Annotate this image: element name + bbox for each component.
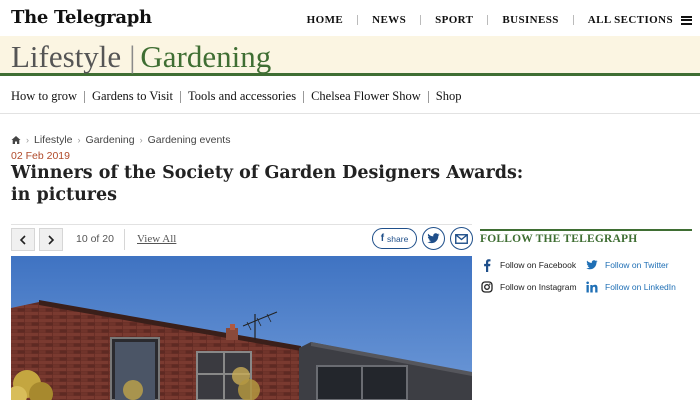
follow-linkedin-label: Follow on LinkedIn	[605, 282, 676, 292]
subnav-divider	[179, 90, 181, 103]
follow-facebook-link[interactable]: Follow on Facebook	[480, 258, 576, 272]
section-subnav: How to grow Gardens to Visit Tools and a…	[11, 89, 461, 104]
subnav-gardens-to-visit[interactable]: Gardens to Visit	[92, 89, 173, 104]
subnav-chelsea[interactable]: Chelsea Flower Show	[311, 89, 421, 104]
chevron-left-icon	[19, 234, 26, 245]
nav-news[interactable]: NEWS	[372, 14, 406, 26]
follow-twitter-link[interactable]: Follow on Twitter	[585, 258, 669, 272]
nav-all-sections[interactable]: ALL SECTIONS	[588, 14, 673, 26]
nav-divider	[357, 15, 359, 25]
gallery-counter: 10 of 20	[76, 233, 114, 245]
nav-sport[interactable]: SPORT	[435, 14, 473, 26]
follow-linkedin-link[interactable]: Follow on LinkedIn	[585, 280, 676, 294]
top-nav: HOME NEWS SPORT BUSINESS ALL SECTIONS	[307, 14, 692, 26]
article-title-line-2: in pictures	[11, 185, 118, 205]
breadcrumb-gardening-events[interactable]: Gardening events	[148, 134, 231, 146]
breadcrumb: › Lifestyle › Gardening › Gardening even…	[11, 134, 230, 146]
nav-divider	[572, 15, 574, 25]
twitter-icon	[585, 258, 599, 272]
section-parent-link[interactable]: Lifestyle	[11, 39, 121, 74]
subnav-shop[interactable]: Shop	[436, 89, 462, 104]
follow-instagram-link[interactable]: Follow on Instagram	[480, 280, 577, 294]
facebook-icon	[480, 258, 494, 272]
chevron-right-icon: ›	[139, 135, 143, 145]
nav-divider	[487, 15, 489, 25]
section-title: Lifestyle | Gardening	[11, 39, 271, 75]
twitter-share-button[interactable]	[422, 227, 445, 250]
email-share-button[interactable]	[450, 227, 473, 250]
facebook-share-button[interactable]: f share	[372, 228, 417, 249]
facebook-icon: f	[380, 233, 385, 244]
chevron-right-icon	[48, 234, 55, 245]
subnav-tools[interactable]: Tools and accessories	[188, 89, 296, 104]
subnav-divider	[303, 90, 305, 103]
nav-business[interactable]: BUSINESS	[502, 14, 558, 26]
follow-facebook-label: Follow on Facebook	[500, 260, 577, 270]
section-banner: Lifestyle | Gardening	[0, 36, 700, 76]
follow-instagram-label: Follow on Instagram	[500, 282, 577, 292]
share-label: share	[387, 233, 409, 244]
subnav-divider-line	[0, 113, 700, 114]
gallery-prev-button[interactable]	[11, 228, 35, 251]
top-header: The Telegraph HOME NEWS SPORT BUSINESS A…	[0, 0, 700, 36]
section-child-link[interactable]: Gardening	[140, 39, 271, 74]
twitter-icon	[427, 233, 440, 244]
view-all-link[interactable]: View All	[137, 233, 176, 245]
nav-home[interactable]: HOME	[307, 14, 343, 26]
gallery-controls-separator	[124, 229, 125, 250]
gallery-controls-divider	[11, 224, 472, 225]
breadcrumb-lifestyle[interactable]: Lifestyle	[34, 134, 73, 146]
subnav-divider	[427, 90, 429, 103]
menu-icon[interactable]	[681, 15, 692, 25]
gallery-photo[interactable]	[11, 256, 472, 400]
subnav-how-to-grow[interactable]: How to grow	[11, 89, 77, 104]
home-icon[interactable]	[11, 135, 21, 145]
breadcrumb-gardening[interactable]: Gardening	[86, 134, 135, 146]
gallery-next-button[interactable]	[39, 228, 63, 251]
follow-twitter-label: Follow on Twitter	[605, 260, 669, 270]
chevron-right-icon: ›	[77, 135, 81, 145]
instagram-icon	[480, 280, 494, 294]
telegraph-logo[interactable]: The Telegraph	[11, 7, 152, 28]
article-date: 02 Feb 2019	[11, 150, 70, 162]
chevron-right-icon: ›	[26, 135, 29, 145]
article-title: Winners of the Society of Garden Designe…	[11, 162, 531, 206]
article-title-line-1: Winners of the Society of Garden Designe…	[11, 163, 524, 183]
follow-heading: FOLLOW THE TELEGRAPH	[480, 229, 692, 245]
house-photo-image	[11, 256, 472, 400]
subnav-divider	[83, 90, 85, 103]
email-icon	[455, 233, 468, 244]
nav-divider	[420, 15, 422, 25]
linkedin-icon	[585, 280, 599, 294]
section-divider: |	[129, 39, 136, 74]
